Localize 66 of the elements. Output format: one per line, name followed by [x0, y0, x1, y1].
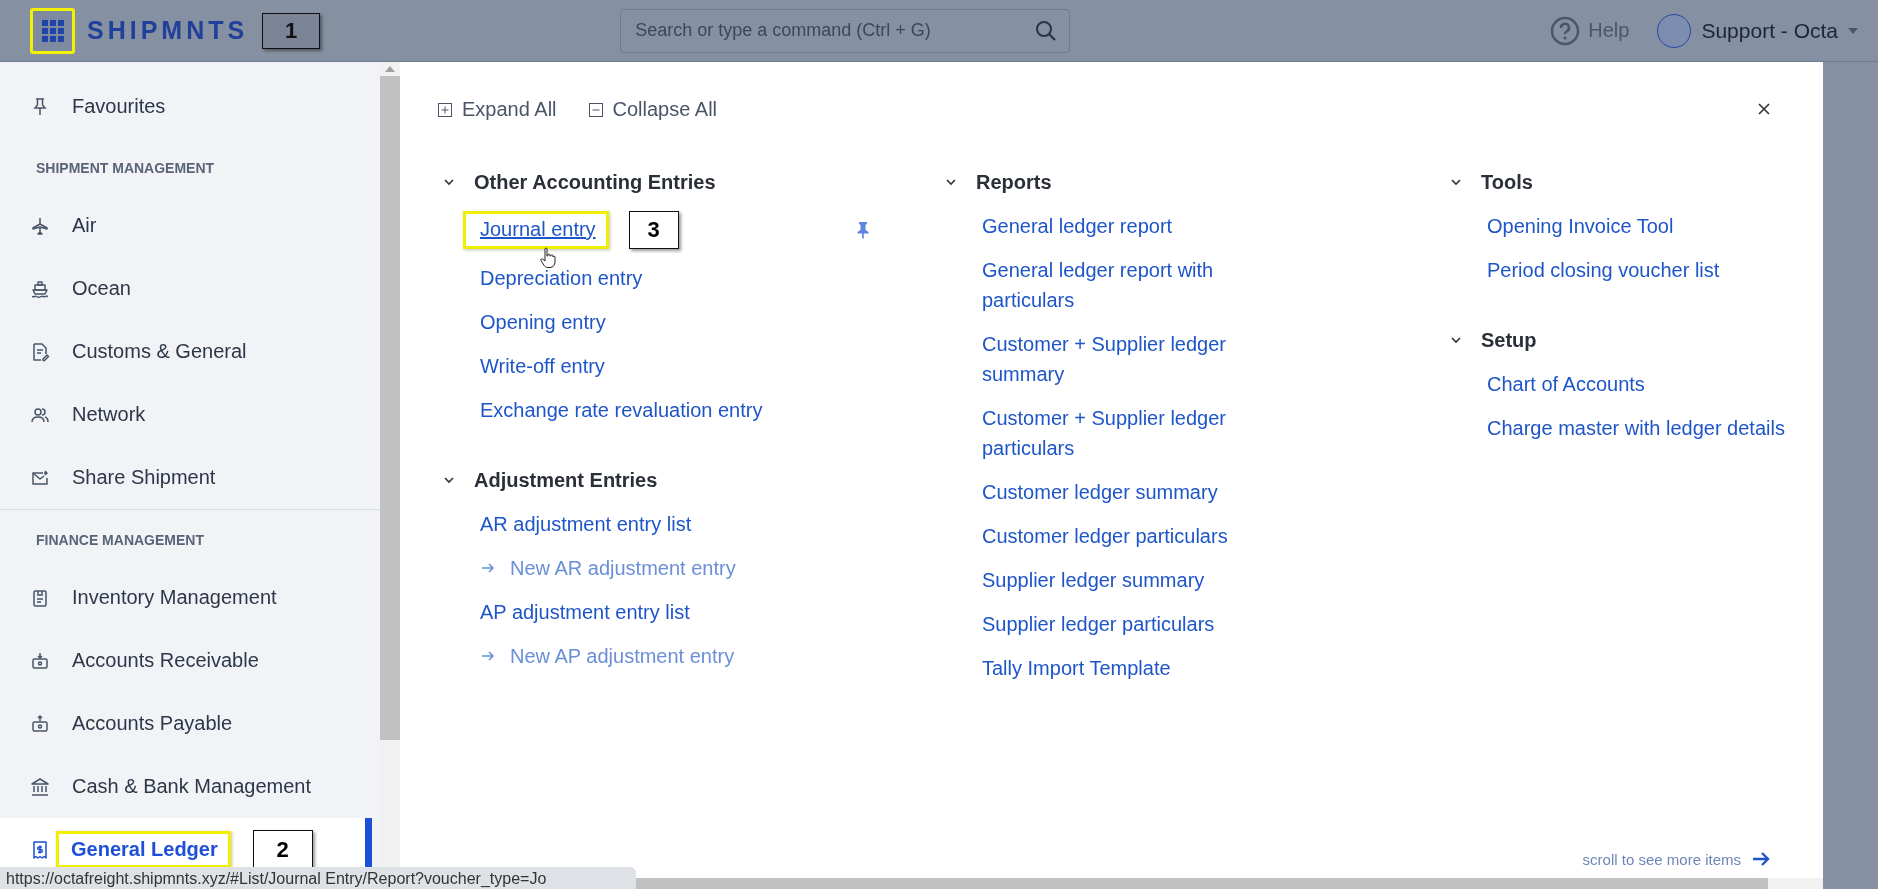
expand-all-button[interactable]: Expand All [438, 98, 557, 121]
sidebar-item[interactable]: Customs & General [0, 320, 380, 383]
sidebar-label[interactable]: General Ledger [71, 838, 218, 860]
collapse-all-button[interactable]: Collapse All [588, 98, 718, 121]
menu-link[interactable]: AP adjustment entry list [480, 597, 690, 627]
menu-link[interactable]: Period closing voucher list [1487, 255, 1720, 285]
tray-down-icon [30, 650, 50, 671]
ship-icon [30, 278, 50, 299]
menu-link[interactable]: Customer + Supplier ledger particulars [982, 403, 1282, 463]
group-heading: Reports [976, 170, 1052, 194]
sidebar-item[interactable]: Share Shipment [0, 446, 380, 509]
menu-link[interactable]: Exchange rate revaluation entry [480, 395, 763, 425]
avatar[interactable] [1657, 13, 1692, 48]
menu-link[interactable]: Customer ledger summary [982, 477, 1218, 507]
document-icon [30, 341, 50, 362]
menu-link[interactable]: Charge master with ledger details [1487, 413, 1785, 443]
sidebar-item[interactable]: Accounts Receivable [0, 629, 380, 692]
pin-icon[interactable] [856, 221, 870, 239]
sidebar-item[interactable]: Ocean [0, 257, 380, 320]
minus-box-icon [588, 102, 603, 117]
menu-link[interactable]: Tally Import Template [982, 653, 1171, 683]
app-menu-button[interactable] [30, 7, 75, 54]
menu-link[interactable]: Journal entry [480, 218, 596, 240]
plane-icon [30, 215, 50, 236]
step-number: 3 [628, 211, 679, 249]
sidebar-item[interactable]: Favourites [0, 75, 380, 138]
step-number: 2 [252, 829, 313, 870]
plus-box-icon [438, 102, 452, 117]
group-heading: Setup [1481, 328, 1537, 352]
bank-icon [30, 776, 50, 797]
menu-link[interactable]: General ledger report with particulars [982, 255, 1282, 315]
sidebar-item[interactable]: Accounts Payable [0, 692, 380, 755]
menu-link[interactable]: Opening entry [480, 307, 606, 337]
sidebar-item[interactable]: Network [0, 383, 380, 446]
menu-link[interactable]: Customer + Supplier ledger summary [982, 329, 1282, 389]
scroll-up-icon[interactable] [385, 66, 395, 72]
caret-icon[interactable] [1848, 27, 1858, 34]
menu-link[interactable]: Customer ledger particulars [982, 521, 1228, 551]
menu-link[interactable]: General ledger report [982, 211, 1173, 241]
ledger-icon [30, 839, 50, 860]
menu-link[interactable]: Supplier ledger summary [982, 565, 1205, 595]
section-header: SHIPMENT MANAGEMENT [35, 159, 216, 178]
section-header: FINANCE MANAGEMENT [35, 531, 205, 550]
scroll-hint: scroll to see more items [1582, 850, 1741, 868]
tray-up-icon [30, 713, 50, 734]
url-tooltip: https://octafreight.shipmnts.xyz/#List/Journal Entry/Report?voucher_type=Jo [0, 867, 636, 889]
menu-link[interactable]: AR adjustment entry list [480, 509, 692, 539]
sidebar-item[interactable]: Cash & Bank Management [0, 755, 380, 818]
logo: SHIPMNTS [87, 16, 249, 45]
menu-link[interactable]: Supplier ledger particulars [982, 609, 1215, 639]
group-heading: Other Accounting Entries [474, 170, 716, 194]
help-icon[interactable] [1550, 15, 1581, 46]
group-heading: Adjustment Entries [474, 468, 658, 492]
sidebar-item[interactable]: Inventory Management [0, 566, 380, 629]
menu-link[interactable]: Write-off entry [480, 351, 605, 381]
group-heading: Tools [1481, 170, 1533, 194]
menu-link[interactable]: Depreciation entry [480, 263, 643, 293]
sidebar-item[interactable]: Air [0, 194, 380, 257]
hand-cursor-icon [540, 247, 557, 269]
step-number: 1 [262, 12, 321, 49]
envelope-icon [30, 467, 50, 488]
menu-link[interactable]: Chart of Accounts [1487, 369, 1645, 399]
clipboard-icon [30, 587, 50, 608]
search-field[interactable]: Search or type a command (Ctrl + G) [620, 8, 1071, 53]
menu-link[interactable]: Opening Invoice Tool [1487, 211, 1674, 241]
user-name[interactable]: Support - Octa [1701, 18, 1838, 43]
